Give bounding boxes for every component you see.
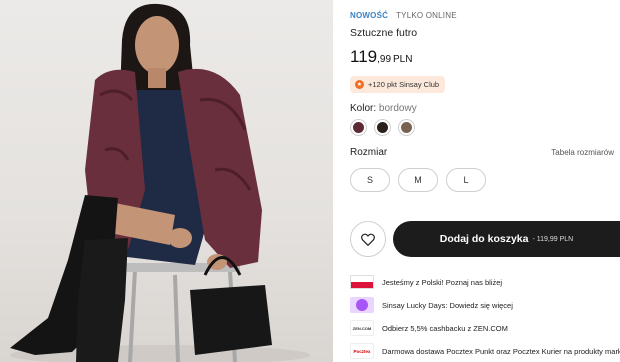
new-badge: NOWOŚĆ: [350, 11, 389, 20]
product-photo[interactable]: [0, 0, 333, 362]
size-options: S M L: [350, 168, 486, 192]
info-row-poland[interactable]: Jesteśmy z Polski! Poznaj nas bliżej: [350, 271, 620, 293]
club-points-text: +120 pkt Sinsay Club: [368, 80, 440, 89]
info-list: Jesteśmy z Polski! Poznaj nas bliżej Sin…: [350, 271, 620, 362]
color-value: bordowy: [378, 103, 417, 114]
size-option-m[interactable]: M: [398, 168, 438, 192]
add-to-cart-label: Dodaj do koszyka: [439, 233, 529, 245]
size-table-link[interactable]: Tabela rozmiarów: [551, 148, 614, 157]
color-swatch-black[interactable]: [374, 119, 391, 136]
price-decimal: ,99: [377, 54, 392, 65]
info-row-lucky-days[interactable]: Sinsay Lucky Days: Dowiedz się więcej: [350, 294, 620, 316]
model-illustration: [10, 3, 310, 362]
product-price: 119,99 PLN: [350, 47, 412, 67]
add-to-cart-button[interactable]: Dodaj do koszyka - 119,99 PLN: [393, 221, 620, 257]
heart-icon: [361, 233, 375, 246]
color-label: Kolor: bordowy: [350, 103, 417, 114]
price-currency: PLN: [393, 54, 413, 65]
club-points-badge: ★ +120 pkt Sinsay Club: [350, 76, 446, 93]
color-swatches: [350, 119, 415, 136]
zen-icon: ZEN.COM: [350, 320, 374, 336]
color-swatch-burgundy[interactable]: [350, 119, 367, 136]
size-option-l[interactable]: L: [446, 168, 486, 192]
info-text-zen: Odbierz 5,5% cashbacku z ZEN.COM: [382, 323, 508, 333]
online-only-badge: TYLKO ONLINE: [396, 11, 457, 20]
info-row-pocztex[interactable]: Pocztex Darmowa dostawa Pocztex Punkt or…: [350, 340, 620, 362]
lucky-days-icon: [350, 297, 374, 313]
pocztex-icon: Pocztex: [350, 343, 374, 359]
club-coin-icon: ★: [355, 80, 364, 89]
poland-flag-icon: [350, 274, 374, 290]
product-details-panel: NOWOŚĆ TYLKO ONLINE Sztuczne futro 119,9…: [333, 0, 620, 362]
add-to-cart-price: - 119,99 PLN: [532, 235, 574, 243]
product-title: Sztuczne futro: [350, 27, 418, 39]
info-text-lucky-days: Sinsay Lucky Days: Dowiedz się więcej: [382, 300, 513, 310]
info-text-pocztex: Darmowa dostawa Pocztex Punkt oraz Poczt…: [382, 346, 620, 356]
product-badges: NOWOŚĆ TYLKO ONLINE: [350, 11, 457, 20]
color-swatch-brown[interactable]: [398, 119, 415, 136]
price-main: 119: [350, 47, 378, 66]
info-text-poland: Jesteśmy z Polski! Poznaj nas bliżej: [382, 277, 503, 287]
size-option-s[interactable]: S: [350, 168, 390, 192]
add-to-favorites-button[interactable]: [350, 221, 386, 257]
color-label-text: Kolor:: [350, 103, 377, 114]
size-label: Rozmiar: [350, 147, 388, 158]
info-row-zen[interactable]: ZEN.COM Odbierz 5,5% cashbacku z ZEN.COM: [350, 317, 620, 339]
